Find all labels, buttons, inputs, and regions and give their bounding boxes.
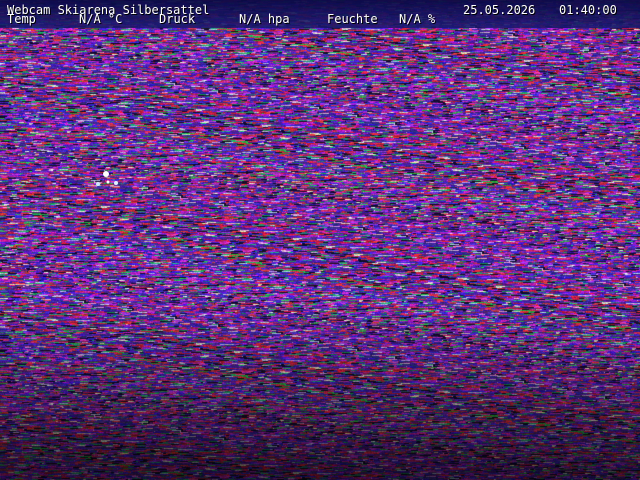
webcam-overlay: Webcam Skiarena Silbersattel 25.05.2026 … — [0, 0, 640, 28]
overlay-time: 01:40:00 — [559, 3, 617, 17]
pressure-value: N/A hpa — [239, 12, 290, 26]
webcam-frame: Webcam Skiarena Silbersattel 25.05.2026 … — [0, 0, 640, 480]
pressure-label: Druck — [159, 12, 196, 26]
humidity-value: N/A % — [399, 12, 436, 26]
temp-value: N/A °C — [79, 12, 123, 26]
humidity-label: Feuchte — [327, 12, 378, 26]
noise-image — [0, 0, 640, 480]
light-glint — [96, 171, 118, 186]
temp-label: Temp — [7, 12, 36, 26]
overlay-date: 25.05.2026 — [463, 3, 536, 17]
